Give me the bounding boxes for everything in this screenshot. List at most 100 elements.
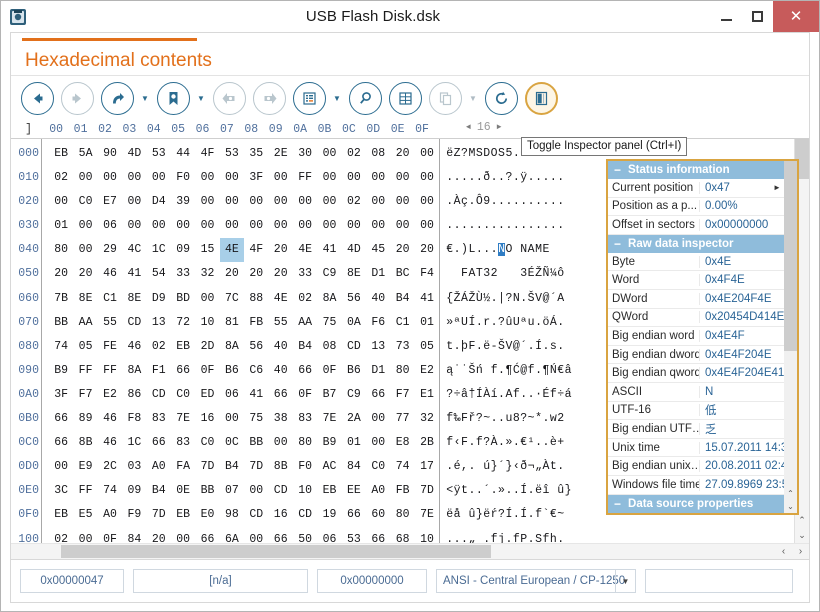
hex-byte[interactable]: 00 xyxy=(342,166,366,190)
hex-byte[interactable]: 84 xyxy=(122,528,146,544)
hex-byte[interactable]: 66 xyxy=(49,431,73,455)
inspector-row[interactable]: Offset in sectors 0x00000000 xyxy=(608,216,784,235)
hex-byte[interactable]: 8A xyxy=(317,287,341,311)
inspector-row[interactable]: ASCII N xyxy=(608,383,784,402)
hex-byte[interactable]: 83 xyxy=(293,407,317,431)
hex-byte[interactable]: 02 xyxy=(147,335,171,359)
hex-byte[interactable]: 7C xyxy=(220,287,244,311)
hex-byte[interactable]: 56 xyxy=(342,287,366,311)
hex-byte[interactable]: 46 xyxy=(98,407,122,431)
hex-byte[interactable]: CD xyxy=(122,311,146,335)
hex-byte[interactable]: 41 xyxy=(317,238,341,262)
stepper-decrease-icon[interactable]: ◄ xyxy=(466,123,471,132)
inspector-scroll-down-icon[interactable]: ⌄ xyxy=(784,500,797,513)
hex-byte[interactable]: 16 xyxy=(195,407,219,431)
hex-horizontal-scrollbar[interactable]: ‹ › xyxy=(11,543,809,559)
hex-byte[interactable]: 00 xyxy=(73,166,97,190)
hex-byte[interactable]: 1C xyxy=(147,238,171,262)
hex-byte[interactable]: FF xyxy=(73,359,97,383)
status-selection-field[interactable]: [n/a] xyxy=(133,569,308,593)
hex-byte[interactable]: 00 xyxy=(244,479,268,503)
hex-byte[interactable]: 98 xyxy=(220,503,244,527)
hex-row[interactable]: B9 FF FF 8A F1 66 0F B6 C6 40 66 0F B6 D1 80 E2 xyxy=(49,359,439,383)
hex-byte[interactable]: 66 xyxy=(366,528,390,544)
hex-byte[interactable]: 0F xyxy=(293,383,317,407)
hex-byte[interactable]: 00 xyxy=(171,528,195,544)
hex-row[interactable]: 80 00 29 4C 1C 09 15 4E 4F 20 4E 41 4D 45 20 20 xyxy=(49,238,439,263)
hex-row[interactable]: 66 8B 46 1C 66 83 C0 0C BB 00 80 B9 01 00 E8 2B xyxy=(49,431,439,455)
hex-byte[interactable]: CD xyxy=(147,383,171,407)
hex-byte[interactable]: ED xyxy=(195,383,219,407)
hex-byte[interactable]: 00 xyxy=(73,214,97,238)
hex-byte[interactable]: C1 xyxy=(98,287,122,311)
hex-byte[interactable]: 00 xyxy=(366,214,390,238)
hex-byte[interactable]: AA xyxy=(73,311,97,335)
hex-byte[interactable]: B4 xyxy=(147,479,171,503)
hex-row[interactable]: 00 E9 2C 03 A0 FA 7D B4 7D 8B F0 AC 84 C0 74 17 xyxy=(49,455,439,479)
hex-byte[interactable]: 2C xyxy=(98,455,122,479)
inspector-row[interactable]: Big endian qword 0x4E4F204E414D4… xyxy=(608,364,784,383)
hex-byte[interactable]: 06 xyxy=(220,383,244,407)
inspector-row[interactable]: Big endian dword 0x4E4F204E xyxy=(608,346,784,365)
hex-byte[interactable]: B7 xyxy=(317,383,341,407)
hex-byte[interactable]: 20 xyxy=(244,262,268,286)
hex-byte[interactable]: E8 xyxy=(390,431,414,455)
hex-byte[interactable]: 89 xyxy=(73,407,97,431)
hscroll-thumb[interactable] xyxy=(61,545,491,558)
hex-byte[interactable]: 20 xyxy=(390,142,414,166)
hex-byte[interactable]: 00 xyxy=(317,142,341,166)
hex-byte[interactable]: F4 xyxy=(415,262,439,286)
hex-byte[interactable]: 3F xyxy=(49,383,73,407)
hex-byte[interactable]: 81 xyxy=(220,311,244,335)
inspector-group-header[interactable]: − Raw data inspector xyxy=(608,234,784,253)
hex-byte[interactable]: 40 xyxy=(269,359,293,383)
hex-byte[interactable]: 46 xyxy=(122,335,146,359)
copy-button[interactable] xyxy=(429,81,462,115)
hex-byte[interactable]: 00 xyxy=(293,214,317,238)
list-view-caret-icon[interactable]: ▼ xyxy=(330,94,344,103)
hex-byte[interactable]: EB xyxy=(317,479,341,503)
hex-byte[interactable]: E2 xyxy=(98,383,122,407)
hscroll-right-icon[interactable]: › xyxy=(792,544,809,559)
hex-byte[interactable]: B9 xyxy=(49,359,73,383)
hex-byte[interactable]: B4 xyxy=(390,287,414,311)
hex-byte[interactable]: 10 xyxy=(415,528,439,544)
hex-byte[interactable]: 7D xyxy=(244,455,268,479)
hex-byte[interactable]: F6 xyxy=(366,311,390,335)
expand-arrow-icon[interactable]: ► xyxy=(770,183,784,192)
hex-byte[interactable]: 00 xyxy=(342,214,366,238)
hex-byte[interactable]: 41 xyxy=(122,262,146,286)
back-button[interactable] xyxy=(21,81,54,115)
hex-byte[interactable]: 2B xyxy=(415,431,439,455)
hex-byte[interactable]: FF xyxy=(98,359,122,383)
hex-byte[interactable]: 88 xyxy=(244,287,268,311)
hex-byte[interactable]: 54 xyxy=(147,262,171,286)
hex-byte[interactable]: 02 xyxy=(342,142,366,166)
status-extra-field[interactable] xyxy=(645,569,793,593)
hex-byte[interactable]: 4F xyxy=(244,238,268,262)
hex-byte[interactable]: 66 xyxy=(269,528,293,544)
inspector-row[interactable]: Position as a p... 0.00% xyxy=(608,198,784,217)
hex-byte[interactable]: CD xyxy=(293,503,317,527)
hex-byte[interactable]: B4 xyxy=(220,455,244,479)
hex-byte[interactable]: 5A xyxy=(73,142,97,166)
hex-byte[interactable]: 32 xyxy=(195,262,219,286)
hex-byte[interactable]: 41 xyxy=(415,287,439,311)
hex-byte[interactable]: 8E xyxy=(342,262,366,286)
hex-byte[interactable]: 00 xyxy=(317,166,341,190)
hex-byte[interactable]: 00 xyxy=(415,214,439,238)
stepper-increase-icon[interactable]: ► xyxy=(497,123,502,132)
hex-byte[interactable]: 84 xyxy=(342,455,366,479)
inspector-row[interactable]: Source typeVirtual file xyxy=(608,513,784,514)
hex-byte[interactable]: 08 xyxy=(366,142,390,166)
hex-byte[interactable]: C0 xyxy=(366,455,390,479)
copy-caret-icon[interactable]: ▼ xyxy=(466,94,480,103)
hex-byte[interactable]: B9 xyxy=(317,431,341,455)
hex-byte[interactable]: 8B xyxy=(73,431,97,455)
hex-byte[interactable]: FF xyxy=(73,479,97,503)
hex-byte[interactable]: 74 xyxy=(98,479,122,503)
hex-byte[interactable]: 00 xyxy=(195,190,219,214)
inspector-row[interactable]: QWord 0x20454D414E204… xyxy=(608,309,784,328)
hex-byte[interactable]: 20 xyxy=(220,262,244,286)
hex-byte[interactable]: 05 xyxy=(415,335,439,359)
